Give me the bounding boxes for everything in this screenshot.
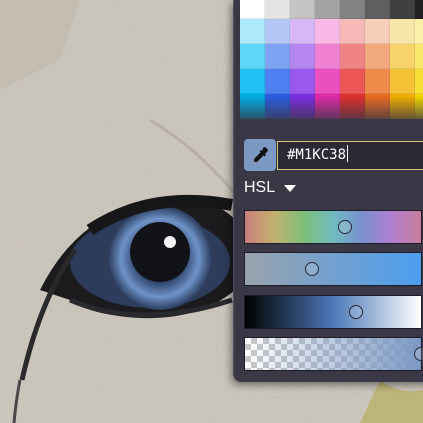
color-swatch[interactable] bbox=[340, 19, 365, 44]
color-swatch[interactable] bbox=[265, 44, 290, 69]
saturation-slider[interactable] bbox=[244, 252, 422, 286]
color-swatch[interactable] bbox=[390, 0, 415, 19]
color-swatch[interactable] bbox=[315, 44, 340, 69]
color-swatch[interactable] bbox=[240, 19, 265, 44]
hue-slider[interactable] bbox=[244, 210, 422, 244]
hue-slider-handle[interactable] bbox=[338, 220, 353, 234]
color-picker-panel: #M1KC38 HSL bbox=[233, 0, 423, 382]
color-swatch[interactable] bbox=[290, 44, 315, 69]
color-swatch[interactable] bbox=[340, 94, 365, 119]
eyedropper-icon bbox=[254, 147, 268, 162]
caret-down-icon bbox=[284, 184, 297, 192]
color-swatch[interactable] bbox=[265, 69, 290, 94]
swatch-grid bbox=[240, 0, 423, 119]
color-swatch[interactable] bbox=[390, 94, 415, 119]
color-swatch[interactable] bbox=[290, 94, 315, 119]
color-swatch[interactable] bbox=[415, 44, 423, 69]
color-swatch[interactable] bbox=[340, 44, 365, 69]
color-swatch[interactable] bbox=[365, 69, 390, 94]
eyedropper-button[interactable] bbox=[244, 139, 276, 171]
color-swatch[interactable] bbox=[240, 69, 265, 94]
color-swatch[interactable] bbox=[365, 44, 390, 69]
color-swatch[interactable] bbox=[315, 94, 340, 119]
color-swatch[interactable] bbox=[265, 19, 290, 44]
color-swatch[interactable] bbox=[415, 19, 423, 44]
color-swatch[interactable] bbox=[415, 94, 423, 119]
swatch-row bbox=[240, 0, 423, 19]
lightness-slider-handle[interactable] bbox=[348, 305, 363, 319]
color-swatch[interactable] bbox=[290, 19, 315, 44]
color-swatch[interactable] bbox=[240, 94, 265, 119]
color-swatch[interactable] bbox=[290, 0, 315, 19]
hex-value: #M1KC38 bbox=[287, 147, 347, 163]
color-swatch[interactable] bbox=[390, 19, 415, 44]
color-swatch[interactable] bbox=[265, 0, 290, 19]
color-swatch[interactable] bbox=[340, 69, 365, 94]
color-swatch[interactable] bbox=[315, 19, 340, 44]
color-swatch[interactable] bbox=[265, 94, 290, 119]
color-swatch[interactable] bbox=[390, 44, 415, 69]
alpha-slider[interactable] bbox=[244, 337, 423, 371]
text-caret bbox=[347, 145, 349, 162]
color-swatch[interactable] bbox=[315, 0, 340, 19]
lightness-slider[interactable] bbox=[244, 295, 422, 329]
color-swatch[interactable] bbox=[315, 69, 340, 94]
swatch-row bbox=[240, 44, 423, 69]
color-swatch[interactable] bbox=[290, 69, 315, 94]
color-mode-dropdown[interactable]: HSL bbox=[244, 179, 297, 197]
saturation-slider-handle[interactable] bbox=[304, 262, 319, 276]
color-mode-label: HSL bbox=[244, 179, 276, 196]
color-swatch[interactable] bbox=[390, 69, 415, 94]
swatch-row bbox=[240, 94, 423, 119]
color-swatch[interactable] bbox=[365, 19, 390, 44]
swatch-row bbox=[240, 19, 423, 44]
color-swatch[interactable] bbox=[415, 69, 423, 94]
color-swatch[interactable] bbox=[240, 44, 265, 69]
swatch-row bbox=[240, 69, 423, 94]
color-swatch[interactable] bbox=[340, 0, 365, 19]
alpha-slider-handle[interactable] bbox=[414, 347, 423, 361]
color-swatch[interactable] bbox=[415, 0, 423, 19]
hex-input[interactable]: #M1KC38 bbox=[277, 141, 423, 170]
color-swatch[interactable] bbox=[365, 0, 390, 19]
color-swatch[interactable] bbox=[365, 94, 390, 119]
color-swatch[interactable] bbox=[240, 0, 265, 19]
